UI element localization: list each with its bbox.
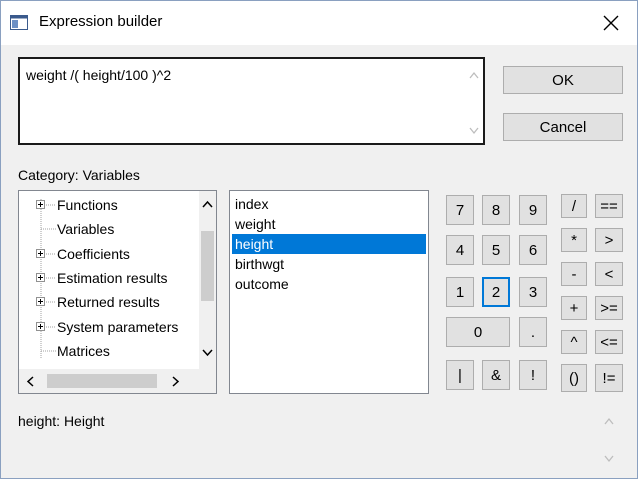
- key-multiply[interactable]: *: [561, 228, 587, 252]
- tree-item-label: Functions: [57, 197, 118, 213]
- tree-item-label: Returned results: [57, 294, 160, 310]
- variable-list[interactable]: index weight height birthwgt outcome: [229, 190, 429, 394]
- tree-vscroll-thumb[interactable]: [201, 231, 214, 301]
- window-title: Expression builder: [39, 13, 163, 30]
- key-greater-equal[interactable]: >=: [595, 296, 623, 320]
- tree-hscroll-thumb[interactable]: [47, 374, 157, 388]
- expression-scrollbar[interactable]: [465, 61, 481, 141]
- variable-item-index[interactable]: index: [232, 194, 426, 214]
- category-value: Variables: [82, 167, 140, 183]
- expand-icon[interactable]: [36, 200, 45, 209]
- expression-input[interactable]: weight /( height/100 )^2: [20, 59, 460, 143]
- scroll-up-icon[interactable]: [469, 71, 479, 79]
- key-greater[interactable]: >: [595, 228, 623, 252]
- cancel-button[interactable]: Cancel: [503, 113, 623, 141]
- scroll-left-icon[interactable]: [26, 376, 34, 387]
- scroll-down-icon[interactable]: [202, 349, 213, 357]
- description-scrollbar[interactable]: [601, 409, 617, 471]
- key-and[interactable]: &: [482, 360, 510, 390]
- key-3[interactable]: 3: [519, 277, 547, 307]
- close-icon: [603, 15, 619, 31]
- expand-icon[interactable]: [36, 249, 45, 258]
- tree-branch: [46, 277, 56, 279]
- key-subtract[interactable]: -: [561, 262, 587, 286]
- key-1[interactable]: 1: [446, 277, 474, 307]
- ok-button[interactable]: OK: [503, 66, 623, 94]
- key-equal[interactable]: ==: [595, 194, 623, 218]
- window-app-icon: [10, 15, 28, 30]
- key-not[interactable]: !: [519, 360, 547, 390]
- key-or[interactable]: |: [446, 360, 474, 390]
- tree-branch: [46, 301, 56, 303]
- key-5[interactable]: 5: [482, 235, 510, 265]
- key-divide[interactable]: /: [561, 194, 587, 218]
- tree-branch: [46, 326, 56, 328]
- scroll-down-icon[interactable]: [604, 455, 614, 463]
- title-bar: Expression builder: [1, 1, 637, 45]
- scroll-down-icon[interactable]: [469, 127, 479, 135]
- description-name: height:: [18, 413, 61, 429]
- expand-icon[interactable]: [36, 273, 45, 282]
- tree-item-label: Estimation results: [57, 270, 168, 286]
- key-8[interactable]: 8: [482, 195, 510, 225]
- variable-item-birthwgt[interactable]: birthwgt: [232, 254, 426, 274]
- expression-builder-dialog: Expression builder weight /( height/100 …: [0, 0, 638, 479]
- variable-item-outcome[interactable]: outcome: [232, 274, 426, 294]
- key-less-equal[interactable]: <=: [595, 330, 623, 354]
- key-not-equal[interactable]: !=: [595, 364, 623, 392]
- variable-item-weight[interactable]: weight: [232, 214, 426, 234]
- scroll-up-icon[interactable]: [202, 200, 213, 208]
- key-2[interactable]: 2: [482, 277, 510, 307]
- key-7[interactable]: 7: [446, 195, 474, 225]
- key-add[interactable]: +: [561, 296, 587, 320]
- key-9[interactable]: 9: [519, 195, 547, 225]
- category-tree[interactable]: Functions Variables Coefficients Estimat…: [18, 190, 217, 394]
- expand-icon[interactable]: [36, 322, 45, 331]
- expand-icon[interactable]: [36, 297, 45, 306]
- key-0[interactable]: 0: [446, 317, 510, 347]
- expression-editor: weight /( height/100 )^2: [18, 57, 485, 145]
- key-4[interactable]: 4: [446, 235, 474, 265]
- tree-horizontal-scrollbar[interactable]: [19, 369, 216, 393]
- variable-item-height[interactable]: height: [232, 234, 426, 254]
- tree-item-label: System parameters: [57, 319, 179, 335]
- key-less[interactable]: <: [595, 262, 623, 286]
- category-prefix: Category:: [18, 167, 79, 183]
- tree-item-label: Variables: [57, 221, 115, 237]
- tree-vertical-scrollbar[interactable]: [199, 191, 216, 369]
- scroll-up-icon[interactable]: [604, 417, 614, 425]
- key-power[interactable]: ^: [561, 330, 587, 354]
- tree-item-label: Coefficients: [57, 246, 130, 262]
- tree-branch: [46, 253, 56, 255]
- tree-item-label: Matrices: [57, 343, 110, 359]
- close-button[interactable]: [591, 5, 631, 41]
- description-label: Height: [63, 413, 105, 429]
- scroll-right-icon[interactable]: [172, 376, 180, 387]
- key-parentheses[interactable]: (): [561, 364, 587, 392]
- key-decimal[interactable]: .: [519, 317, 547, 347]
- key-6[interactable]: 6: [519, 235, 547, 265]
- description-text: height: Height: [18, 413, 104, 429]
- tree-branch: [46, 204, 56, 206]
- tree-branch: [41, 350, 56, 352]
- tree-branch: [41, 228, 56, 230]
- category-label: Category: Variables: [18, 167, 140, 183]
